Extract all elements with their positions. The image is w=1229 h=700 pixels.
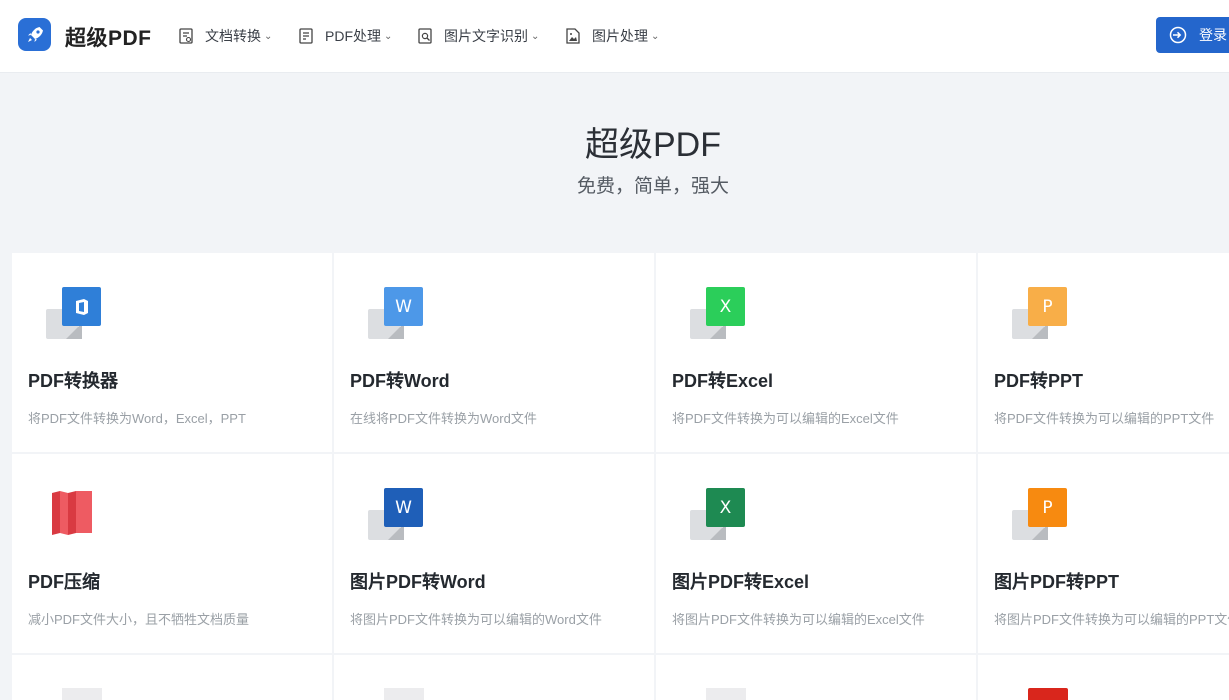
pdf-icon: [1028, 688, 1068, 700]
image-file-icon: [566, 28, 580, 44]
tool-icon-placeholder: [706, 688, 746, 700]
tool-title: PDF转Excel: [672, 371, 774, 391]
tool-card-image-pdf-to-excel[interactable]: X 图片PDF转Excel 将图片PDF文件转换为可以编辑的Excel文件: [656, 454, 976, 653]
nav-label: 文档转换: [205, 28, 261, 44]
login-button[interactable]: 登录: [1156, 17, 1229, 53]
ppt-icon: P: [1012, 287, 1068, 343]
ppt-icon: P: [1012, 488, 1068, 544]
tool-title: 图片PDF转Word: [350, 572, 486, 592]
tool-card-pdf-to-ppt[interactable]: P PDF转PPT 将PDF文件转换为可以编辑的PPT文件: [978, 253, 1229, 452]
pdf-process-icon: [299, 28, 313, 44]
chevron-down-icon: ⌄: [264, 30, 273, 42]
nav-item-ocr[interactable]: 图片文字识别 ⌄: [418, 26, 539, 46]
nav-item-image-process[interactable]: 图片处理 ⌄: [566, 26, 659, 46]
tool-icon-placeholder: [384, 688, 424, 700]
nav-label: PDF处理: [325, 28, 381, 44]
tool-icon-glyph: X: [706, 287, 745, 326]
top-header: 超级PDF 文档转换 ⌄ PDF处理 ⌄ 图片文字识别 ⌄ 图片处理 ⌄ 登录: [0, 0, 1229, 73]
chevron-down-icon: ⌄: [651, 30, 660, 42]
compress-icon: [46, 488, 102, 544]
rocket-logo-icon[interactable]: [18, 18, 51, 51]
tool-desc: 将PDF文件转换为可以编辑的Excel文件: [672, 411, 899, 426]
tool-icon-glyph: X: [706, 488, 745, 527]
word-icon: W: [368, 287, 424, 343]
tool-icon-glyph: W: [384, 287, 423, 326]
tool-card[interactable]: [978, 655, 1229, 700]
tool-icon-placeholder: [62, 688, 102, 700]
tool-desc: 将图片PDF文件转换为可以编辑的Excel文件: [672, 612, 925, 627]
nav-label: 图片文字识别: [444, 28, 528, 44]
tool-icon-glyph: P: [1028, 488, 1067, 527]
tool-desc: 将图片PDF文件转换为可以编辑的PPT文件: [994, 612, 1229, 627]
chevron-down-icon: ⌄: [531, 30, 540, 42]
document-convert-icon: [179, 28, 193, 44]
nav-item-document-convert[interactable]: 文档转换 ⌄: [179, 26, 272, 46]
tool-title: PDF转Word: [350, 371, 450, 391]
tool-desc: 将PDF文件转换为可以编辑的PPT文件: [994, 411, 1215, 426]
tool-desc: 将图片PDF文件转换为可以编辑的Word文件: [350, 612, 602, 627]
tool-title: PDF压缩: [28, 572, 100, 592]
tool-title: 图片PDF转Excel: [672, 572, 810, 592]
tool-card-pdf-compress[interactable]: PDF压缩 减小PDF文件大小，且不牺牲文档质量: [12, 454, 332, 653]
ocr-search-icon: [418, 28, 432, 44]
tool-card-pdf-converter[interactable]: PDF转换器 将PDF文件转换为Word，Excel，PPT: [12, 253, 332, 452]
tool-icon-front: [62, 287, 101, 326]
chevron-down-icon: ⌄: [384, 30, 393, 42]
tool-card[interactable]: [12, 655, 332, 700]
tool-card[interactable]: [334, 655, 654, 700]
tool-card-image-pdf-to-word[interactable]: W 图片PDF转Word 将图片PDF文件转换为可以编辑的Word文件: [334, 454, 654, 653]
tool-card[interactable]: [656, 655, 976, 700]
tool-desc: 减小PDF文件大小，且不牺牲文档质量: [28, 612, 250, 627]
tool-card-pdf-to-word[interactable]: W PDF转Word 在线将PDF文件转换为Word文件: [334, 253, 654, 452]
tool-desc: 将PDF文件转换为Word，Excel，PPT: [28, 411, 246, 426]
logo-text[interactable]: 超级PDF: [65, 22, 152, 52]
tool-icon-glyph: P: [1028, 287, 1067, 326]
office-icon: [46, 287, 102, 343]
tool-title: PDF转换器: [28, 371, 118, 391]
hero-subtitle: 免费，简单，强大: [576, 176, 729, 197]
tool-title: PDF转PPT: [994, 371, 1084, 391]
excel-icon: X: [690, 488, 746, 544]
tool-title: 图片PDF转PPT: [994, 572, 1120, 592]
tool-desc: 在线将PDF文件转换为Word文件: [350, 411, 537, 426]
hero-title: 超级PDF: [585, 126, 721, 164]
nav-item-pdf-process[interactable]: PDF处理 ⌄: [299, 26, 392, 46]
login-icon: [1169, 26, 1187, 44]
excel-icon: X: [690, 287, 746, 343]
nav-label: 图片处理: [592, 28, 648, 44]
login-label: 登录: [1199, 27, 1227, 43]
tool-icon-glyph: W: [384, 488, 423, 527]
tool-card-pdf-to-excel[interactable]: X PDF转Excel 将PDF文件转换为可以编辑的Excel文件: [656, 253, 976, 452]
word-icon: W: [368, 488, 424, 544]
tool-card-image-pdf-to-ppt[interactable]: P 图片PDF转PPT 将图片PDF文件转换为可以编辑的PPT文件: [978, 454, 1229, 653]
